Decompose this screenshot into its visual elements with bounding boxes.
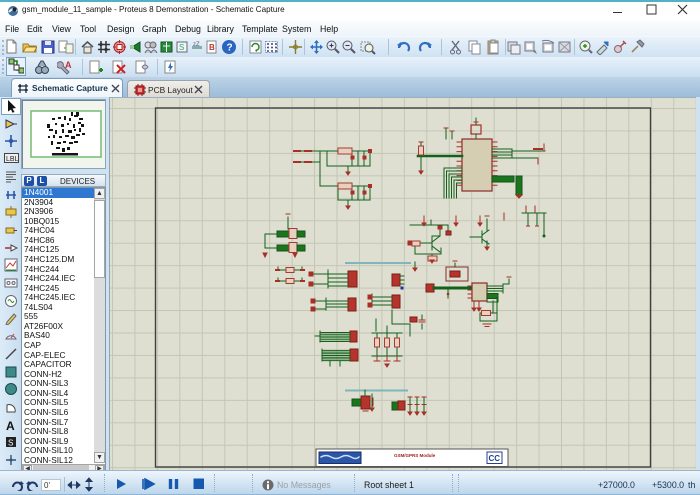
svg-text:CC: CC: [489, 454, 501, 463]
svg-text:LBL: LBL: [6, 156, 19, 163]
svg-text:B: B: [209, 43, 215, 52]
svg-text:A: A: [6, 419, 15, 432]
svg-text:S: S: [8, 439, 13, 448]
svg-text:S: S: [179, 43, 184, 52]
svg-text:zZ: zZ: [193, 42, 200, 48]
svg-text:?: ?: [227, 43, 233, 54]
svg-text:A: A: [65, 60, 72, 70]
svg-text:GSM/GPRS Module: GSM/GPRS Module: [394, 453, 436, 458]
